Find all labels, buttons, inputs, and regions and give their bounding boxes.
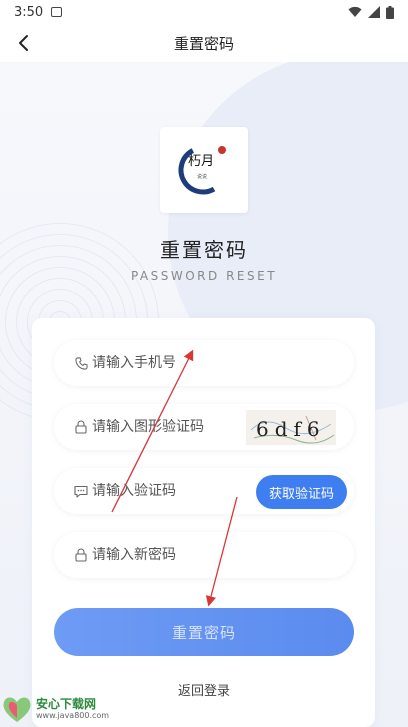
phone-field[interactable] (54, 340, 354, 386)
watermark-logo (3, 697, 31, 722)
page-subtitle: PASSWORD RESET (130, 269, 278, 283)
svg-text:说说: 说说 (197, 173, 207, 180)
new-password-input[interactable] (92, 547, 242, 563)
lock-icon (72, 546, 90, 564)
chevron-left-icon (19, 35, 28, 51)
get-code-button[interactable]: 获取验证码 (256, 475, 347, 509)
watermark-title: 安心下载网 (36, 696, 97, 711)
watermark: 安心下载网 www.java800.com (0, 690, 110, 727)
status-bar: 3:50 (0, 0, 408, 24)
captcha-input[interactable] (92, 419, 242, 435)
phone-input[interactable] (92, 355, 242, 371)
back-button[interactable] (10, 29, 38, 57)
signal-icon (368, 6, 380, 18)
sms-code-input[interactable] (92, 483, 242, 499)
captcha-image[interactable]: 6df6 (246, 410, 336, 445)
svg-text:6df6: 6df6 (256, 417, 326, 441)
lock-icon (72, 418, 90, 436)
battery-icon (386, 5, 394, 19)
watermark-url: www.java800.com (36, 710, 110, 720)
wifi-icon (348, 6, 362, 17)
sim-card-icon (51, 7, 63, 17)
logo-emblem: 朽月 说说 (178, 145, 228, 195)
svg-text:朽月: 朽月 (188, 154, 214, 169)
nav-bar: 重置密码 (0, 24, 408, 62)
message-icon (72, 482, 90, 500)
nav-title: 重置密码 (173, 34, 234, 53)
phone-icon (72, 354, 90, 372)
watermark-text: 安心下载网 www.java800.com (36, 697, 109, 721)
status-time: 3:50 (14, 4, 44, 20)
reset-password-button[interactable]: 重置密码 (54, 608, 354, 656)
app-logo: 朽月 说说 (160, 127, 248, 213)
new-password-field[interactable] (54, 532, 354, 578)
page-title: 重置密码 (160, 238, 248, 262)
status-icons (348, 5, 394, 19)
